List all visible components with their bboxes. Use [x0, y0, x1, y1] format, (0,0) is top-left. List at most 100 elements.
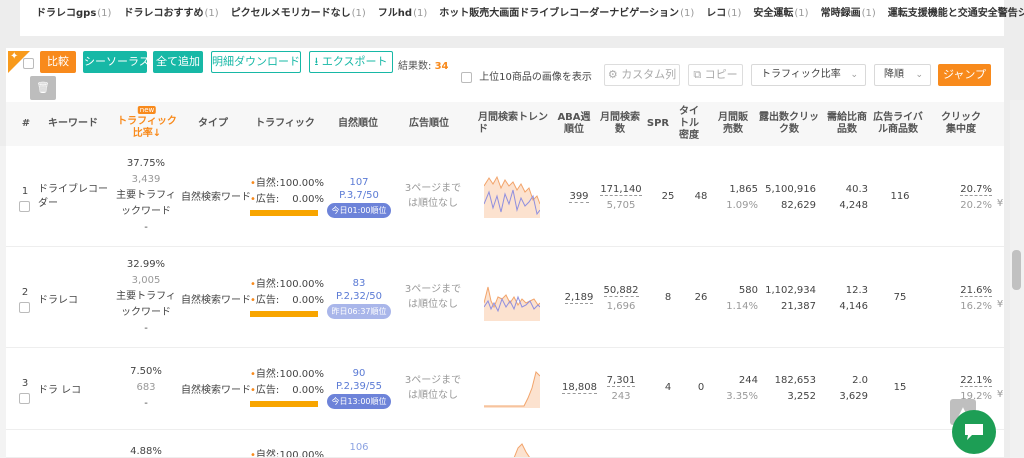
keyword-tag[interactable]: ドラレコgps(1) — [36, 4, 111, 19]
currency-cell: ¥ — [996, 389, 1004, 400]
search-trend-sparkline[interactable] — [484, 174, 540, 218]
page-scrollbar[interactable] — [1010, 100, 1024, 458]
organic-traffic-bar — [250, 210, 318, 216]
type-cell: 自然検索ワード — [181, 385, 251, 396]
row-number: 1 — [21, 186, 29, 197]
organic-traffic-bar — [250, 311, 318, 317]
keyword-tag-bar: ドラレコgps(1) ドラレコおすすめ(1) ピクセルメモリカードなし(1) フルhd… — [20, 0, 1024, 36]
keyword-link[interactable]: ドラ レコ — [38, 381, 110, 396]
search-trend-sparkline[interactable] — [484, 368, 540, 408]
keyword-tag[interactable]: ピクセルメモリカードなし(1) — [231, 4, 366, 19]
traffic-ratio-cell: 37.75% 3,439 主要トラフィックワード - — [116, 158, 176, 233]
traffic-ratio-cell: 4.88% — [130, 446, 162, 457]
col-title-density[interactable]: タイトル密度 — [675, 102, 703, 146]
tag-list: ドラレコgps(1) ドラレコおすすめ(1) ピクセルメモリカードなし(1) フルhd… — [36, 4, 1024, 19]
aba-rank-cell: 399 — [569, 191, 589, 203]
download-details-button[interactable]: 明細ダウンロード — [211, 51, 301, 73]
col-ad-rank[interactable]: 広告順位 — [398, 102, 460, 146]
row-checkbox[interactable] — [19, 393, 30, 404]
col-monthly-sales[interactable]: 月間販売数 — [717, 102, 749, 146]
sort-field-select[interactable]: トラフィック比率 ⌄ — [751, 64, 866, 86]
type-cell: 自然検索ワード — [181, 295, 251, 306]
organic-traffic-bar — [250, 401, 318, 407]
col-ad-competitors[interactable]: 広告ライバル商品数 — [870, 102, 926, 146]
keyword-tag[interactable]: 安全運転(1) — [753, 4, 808, 19]
spr-cell: 8 — [664, 292, 672, 303]
monthly-sales-cell: 244 3.35% — [726, 375, 758, 402]
add-all-button[interactable]: 全て追加 — [153, 51, 203, 73]
impressions-clicks-cell: 182,653 3,252 — [774, 375, 816, 402]
col-spr[interactable]: SPR — [646, 102, 670, 146]
traffic-split-cell: •自然: 100.00% •広告: 0.00% — [250, 367, 324, 407]
jump-button[interactable]: ジャンプ — [938, 64, 991, 86]
col-click-count[interactable]: 露出数クリック数 — [758, 102, 820, 146]
keyword-tag[interactable]: 常時録画(1) — [821, 4, 876, 19]
rank-time-badge: 今日13:00順位 — [327, 394, 391, 409]
table-row: 2 ドラレコ 32.99% 3,005 主要トラフィックワード - 自然検索ワー… — [6, 247, 1004, 348]
demand-ratio-cell: 2.0 3,629 — [839, 375, 868, 402]
sort-order-select[interactable]: 降順 ⌄ — [874, 64, 931, 86]
organic-rank-cell[interactable]: 107 P.3,7/50 今日01:00順位 — [326, 176, 392, 218]
row-checkbox[interactable] — [19, 201, 30, 212]
spr-cell: 25 — [661, 191, 675, 202]
copy-icon: ⧉ — [693, 68, 702, 81]
trash-icon: 🗑 — [36, 81, 50, 94]
keyword-link[interactable]: ドラレコ — [38, 291, 110, 306]
col-demand-ratio[interactable]: 需給比商品数 — [824, 102, 870, 146]
thesaurus-button[interactable]: シーソーラス — [83, 51, 150, 73]
keyword-tag[interactable]: レコ(1) — [706, 4, 741, 19]
col-search-trend: 月間検索トレンド — [478, 112, 548, 135]
table-row: 4.88% •自然: 100.00% 106 — [6, 430, 1004, 458]
col-monthly-search[interactable]: 月間検索数 — [600, 102, 640, 146]
row-checkbox[interactable] — [19, 302, 30, 313]
scrollbar-thumb[interactable] — [1012, 250, 1021, 290]
organic-rank-cell[interactable]: 106 — [326, 442, 392, 453]
currency-cell: ¥ — [996, 198, 1004, 209]
traffic-split-cell: •自然: 100.00% — [250, 450, 324, 458]
ad-rank-cell: 3ページまでは順位なし — [404, 183, 462, 209]
col-aba-rank[interactable]: ABA週順位 — [556, 102, 592, 146]
result-count: 結果数: 34 — [398, 61, 449, 72]
table-header: # キーワード new トラフィック比率↓ タイプ トラフィック 自然順位 広告… — [6, 102, 1004, 146]
compare-button[interactable]: 比較 — [40, 51, 76, 73]
gear-icon: ⚙ — [607, 68, 618, 81]
keyword-tag[interactable]: ホット販売大画面ドライブレコーダーナビゲーション(1) — [439, 4, 694, 19]
title-density-cell: 26 — [694, 292, 708, 303]
monthly-search-cell: 50,882 1,696 — [603, 285, 639, 312]
type-cell: 自然検索ワード — [181, 192, 251, 203]
title-density-cell: 0 — [697, 382, 705, 393]
monthly-search-cell: 171,140 5,705 — [600, 184, 642, 211]
export-button[interactable]: ⭳ エクスポート — [309, 51, 393, 73]
show-images-toggle[interactable]: 上位10商品の画像を表示 — [461, 68, 592, 83]
organic-rank-cell[interactable]: 83 P.2,32/50 昨日06:37順位 — [326, 277, 392, 319]
col-click-concentration[interactable]: クリック集中度 — [941, 102, 981, 146]
keyword-tag[interactable]: 運転支援機能と交通安全警告システム(1) — [888, 4, 1024, 19]
traffic-split-cell: •自然: 100.00% •広告: 0.00% — [250, 176, 324, 216]
traffic-ratio-cell: 32.99% 3,005 主要トラフィックワード - — [116, 259, 176, 334]
table-row: 3 ドラ レコ 7.50% 683 - 自然検索ワード •自然: 100.00%… — [6, 348, 1004, 430]
col-traffic-ratio[interactable]: new トラフィック比率↓ — [116, 102, 178, 146]
copy-button[interactable]: ⧉ コピー — [688, 64, 743, 86]
rank-time-badge: 今日01:00順位 — [327, 203, 391, 218]
search-trend-sparkline[interactable] — [484, 277, 540, 321]
click-concentration-cell: 21.6% 16.2% — [960, 285, 992, 312]
ad-competitors-cell: 116 — [890, 191, 910, 202]
click-concentration-cell: 20.7% 20.2% — [960, 184, 992, 211]
col-number: # — [21, 118, 31, 129]
custom-columns-button[interactable]: ⚙ カスタム列 — [604, 64, 680, 86]
table-row: 1 ドライブレコーダー 37.75% 3,439 主要トラフィックワード - 自… — [6, 146, 1004, 247]
col-traffic[interactable]: トラフィック — [251, 102, 319, 146]
delete-button[interactable]: 🗑 — [30, 76, 56, 100]
organic-rank-cell[interactable]: 90 P.2,39/55 今日13:00順位 — [326, 367, 392, 409]
col-organic-rank[interactable]: 自然順位 — [328, 102, 388, 146]
keyword-tag[interactable]: ドラレコおすすめ(1) — [123, 4, 218, 19]
chat-button[interactable] — [952, 410, 996, 454]
show-images-checkbox[interactable] — [461, 71, 472, 83]
traffic-ratio-cell: 7.50% 683 - — [130, 366, 162, 409]
keyword-link[interactable]: ドライブレコーダー — [38, 183, 110, 211]
traffic-split-cell: •自然: 100.00% •広告: 0.00% — [250, 277, 324, 317]
keyword-tag[interactable]: フルhd(1) — [378, 4, 427, 19]
search-trend-sparkline[interactable] — [484, 442, 540, 458]
select-all-checkbox[interactable] — [23, 58, 34, 69]
col-keyword[interactable]: キーワード — [38, 102, 108, 146]
